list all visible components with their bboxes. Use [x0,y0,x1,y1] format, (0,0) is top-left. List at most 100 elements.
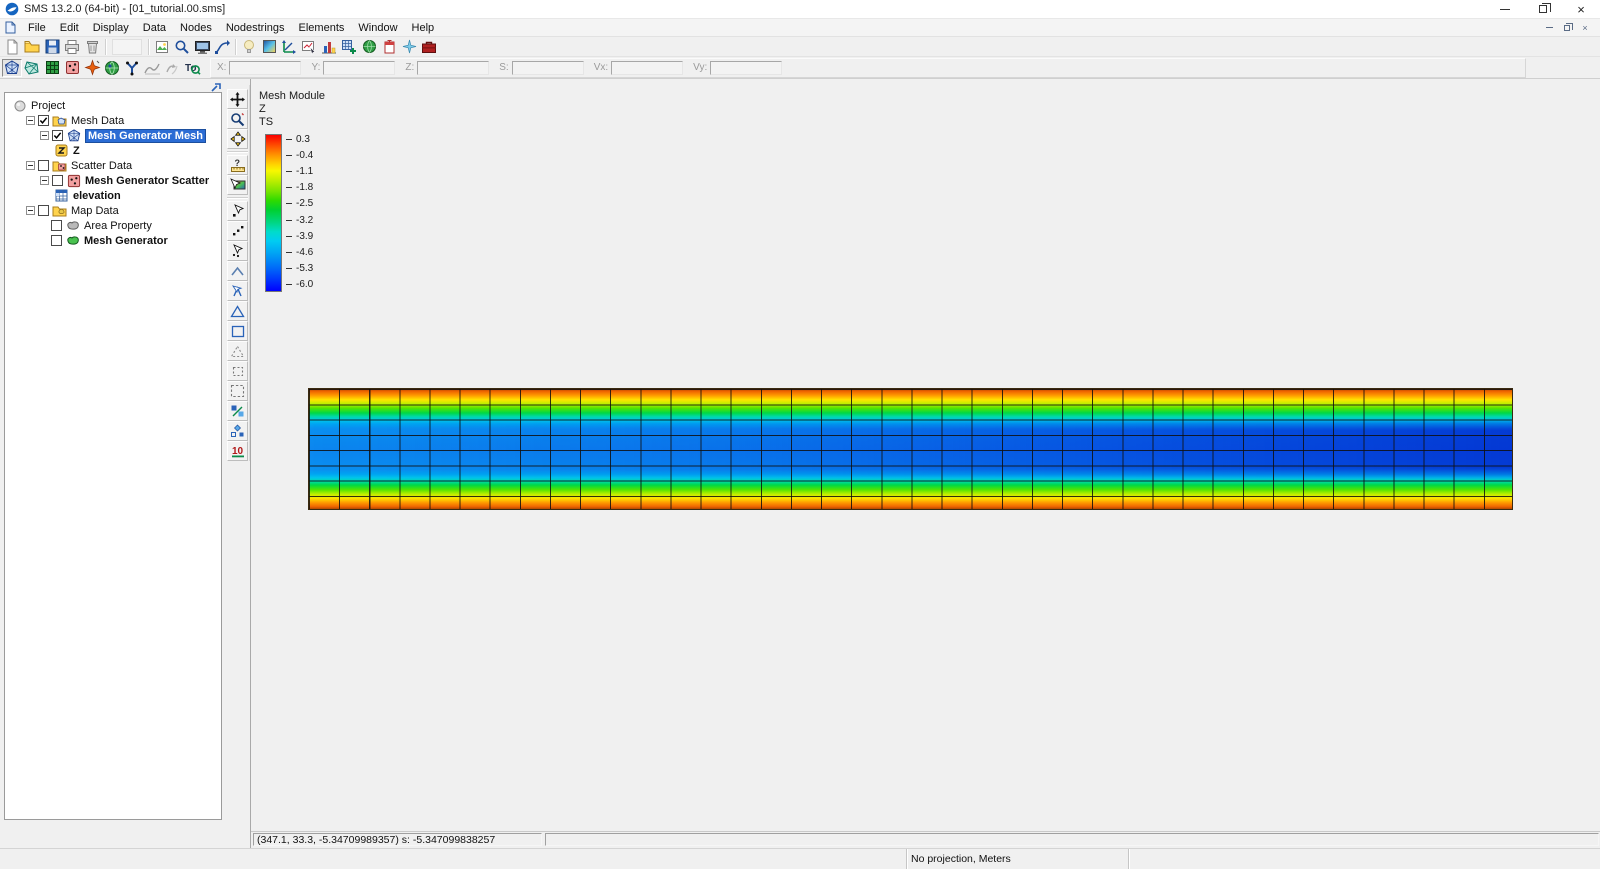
profile-module-button[interactable] [142,59,162,77]
mesh-generator-coverage-checkbox[interactable] [51,235,62,246]
scatter-module-button[interactable] [62,59,82,77]
main-area: Project Mesh Data Mesh Generator Mesh Z [0,79,1600,848]
tree-item-project[interactable]: Project [7,98,219,113]
film-loop-button[interactable] [339,38,359,56]
print-button[interactable] [62,38,82,56]
renumber-tool-icon[interactable]: 10 [227,441,248,461]
river-module-button[interactable] [122,59,142,77]
mdi-minimize-button[interactable] [1542,22,1556,34]
menu-help[interactable]: Help [405,21,442,35]
select-curve-tool-icon[interactable] [227,281,248,301]
restore-button[interactable] [1524,0,1562,18]
refresh-image-button[interactable] [152,38,172,56]
lightbulb-icon[interactable] [239,38,259,56]
tree-item-z-dataset[interactable]: Z [7,143,219,158]
select-arrow-tool-icon[interactable] [227,241,248,261]
graphics-window[interactable]: Mesh Module Z TS 0.3 -0.4 -1.1 -1.8 -2.5… [250,79,1600,848]
y-field [323,60,396,75]
measure-glyph: ? [234,158,240,168]
toolbox-button[interactable] [419,38,439,56]
display-options-button[interactable] [192,38,212,56]
delete-button[interactable] [82,38,102,56]
map-data-checkbox[interactable] [38,205,49,216]
new-file-button[interactable] [2,38,22,56]
tree-item-scatter-data[interactable]: Scatter Data [7,158,219,173]
pan-tool-icon[interactable] [227,89,248,109]
mesh-data-checkbox[interactable] [38,115,49,126]
vy-label: Vy: [693,62,708,73]
collapse-toggle-icon[interactable] [40,131,49,140]
palette-separator [227,195,248,201]
mdi-close-button[interactable]: × [1578,22,1592,34]
collapse-toggle-icon[interactable] [26,161,35,170]
plot-wizard-button[interactable] [299,38,319,56]
tree-item-mesh-generator-coverage[interactable]: Mesh Generator [7,233,219,248]
select-element-triangle-icon[interactable] [227,301,248,321]
mesh-generator-scatter-checkbox[interactable] [52,175,63,186]
grid-module-button[interactable] [42,59,62,77]
mesh-element-grid [309,389,1512,509]
mesh-module-button[interactable] [2,58,22,77]
open-file-button[interactable] [22,38,42,56]
crease-tool-icon[interactable] [227,261,248,281]
flow-trace-button[interactable] [212,38,232,56]
sparkle-button[interactable] [399,38,419,56]
scatter-data-checkbox[interactable] [38,160,49,171]
tree-item-mesh-generator-mesh[interactable]: Mesh Generator Mesh [7,128,219,143]
menu-data[interactable]: Data [136,21,173,35]
empty-toolbar-slot [112,38,142,55]
swap-edge-tool-icon[interactable] [227,401,248,421]
zoom-extents-button[interactable] [172,38,192,56]
panel-pin-icon[interactable] [211,82,222,92]
area-property-checkbox[interactable] [51,220,62,231]
menu-edit[interactable]: Edit [53,21,86,35]
menu-elements[interactable]: Elements [292,21,352,35]
merge-split-tool-icon[interactable] [227,421,248,441]
curves-module-button[interactable] [162,59,182,77]
rotate-tool-icon[interactable] [227,129,248,149]
mesh-contour-plot[interactable] [308,388,1513,510]
s-label: S: [499,62,509,73]
projection-box-button[interactable] [379,38,399,56]
menu-nodestrings[interactable]: Nodestrings [219,21,292,35]
measure-tool-icon[interactable]: ? [227,155,248,175]
select-node-tool-icon[interactable] [227,201,248,221]
tree-item-mesh-generator-scatter[interactable]: Mesh Generator Scatter [7,173,219,188]
time-module-button[interactable]: To [182,59,202,77]
zoom-tool-icon[interactable] [227,109,248,129]
contour-options-button[interactable] [259,38,279,56]
minimize-button[interactable] [1486,0,1524,18]
collapse-toggle-icon[interactable] [26,206,35,215]
legend-module-label: Mesh Module [259,90,326,102]
close-button[interactable]: × [1562,0,1600,18]
menu-display[interactable]: Display [86,21,136,35]
mesh-generator-coverage-icon [65,234,80,248]
probe-tool-icon[interactable] [227,175,248,195]
marquee-small-tool-icon[interactable] [227,361,248,381]
ghost-triangle-tool-icon[interactable] [227,341,248,361]
mdi-restore-button[interactable] [1560,22,1574,34]
mesh-generator-mesh-checkbox[interactable] [52,130,63,141]
menu-file[interactable]: File [21,21,53,35]
marquee-large-tool-icon[interactable] [227,381,248,401]
save-button[interactable] [42,38,62,56]
gis-module-button[interactable] [82,59,102,77]
menu-nodes[interactable]: Nodes [173,21,219,35]
collapse-toggle-icon[interactable] [40,176,49,185]
collapse-toggle-icon[interactable] [26,116,35,125]
map-module-button[interactable] [102,59,122,77]
tree-item-mesh-data[interactable]: Mesh Data [7,113,219,128]
bar-chart-button[interactable] [319,38,339,56]
tree-item-map-data[interactable]: Map Data [7,203,219,218]
globe-button[interactable] [359,38,379,56]
scatter-folder-icon [52,159,67,173]
tin-module-button[interactable] [22,59,42,77]
menu-window[interactable]: Window [351,21,404,35]
tree-item-area-property[interactable]: Area Property [7,218,219,233]
select-element-rect-icon[interactable] [227,321,248,341]
legend-dataset-label: Z [259,103,266,115]
palette-separator [227,149,248,155]
tree-item-elevation-dataset[interactable]: elevation [7,188,219,203]
select-nodestring-tool-icon[interactable] [227,221,248,241]
vectors-button[interactable] [279,38,299,56]
